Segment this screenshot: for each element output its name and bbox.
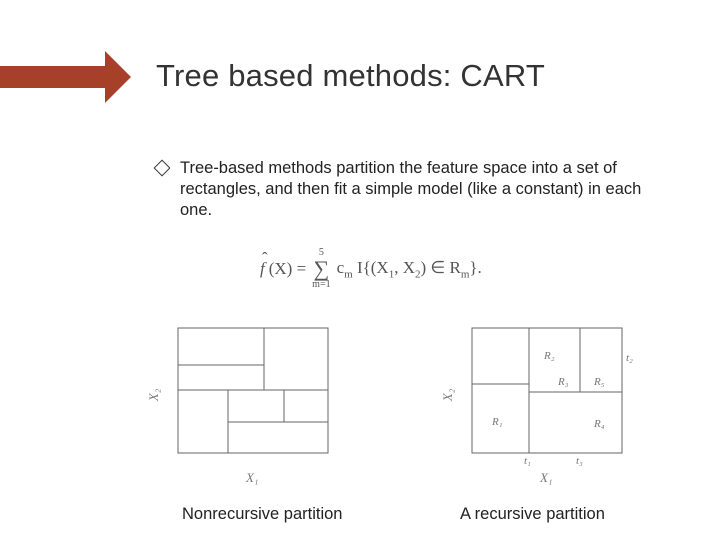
region-label: R₄: [594, 418, 605, 430]
diamond-icon: [154, 160, 171, 177]
region-label: R₂: [544, 350, 555, 362]
tick-label: t₃: [576, 455, 583, 467]
axis-y-label: X₂: [440, 389, 456, 401]
bullet-item: Tree-based methods partition the feature…: [156, 158, 666, 221]
caption-recursive: A recursive partition: [460, 505, 605, 524]
accent-arrow: [105, 51, 131, 103]
formula: f(X) = 5 ∑ m=1 cm I{(X1, X2) ∈ Rm}.: [260, 248, 482, 290]
axis-y-label: X₂: [146, 389, 162, 401]
region-label: R₃: [558, 376, 569, 388]
caption-nonrecursive: Nonrecursive partition: [182, 505, 343, 524]
figure-recursive: X₂ R₁ R₂ R₃ R₅ R₄ t₁ t₃ t₂ X₁: [454, 322, 634, 472]
figure-nonrecursive: X₂ X₁: [160, 322, 335, 472]
region-label: R₁: [492, 416, 503, 428]
sigma-icon: 5 ∑ m=1: [312, 248, 330, 290]
tick-label: t₁: [524, 455, 531, 467]
formula-rhs: cm I{(X1, X2) ∈ Rm}.: [337, 258, 482, 280]
axis-x-label: X₁: [540, 470, 552, 486]
region-label: R₅: [594, 376, 605, 388]
bullet-text: Tree-based methods partition the feature…: [180, 158, 666, 221]
page-title: Tree based methods: CART: [156, 58, 545, 94]
partition-diagram-right: [454, 322, 634, 467]
tick-label: t₂: [626, 352, 633, 364]
formula-lhs: f: [260, 259, 265, 279]
partition-diagram-left: [160, 322, 335, 467]
axis-x-label: X₁: [246, 470, 258, 486]
accent-bar: [0, 66, 105, 88]
